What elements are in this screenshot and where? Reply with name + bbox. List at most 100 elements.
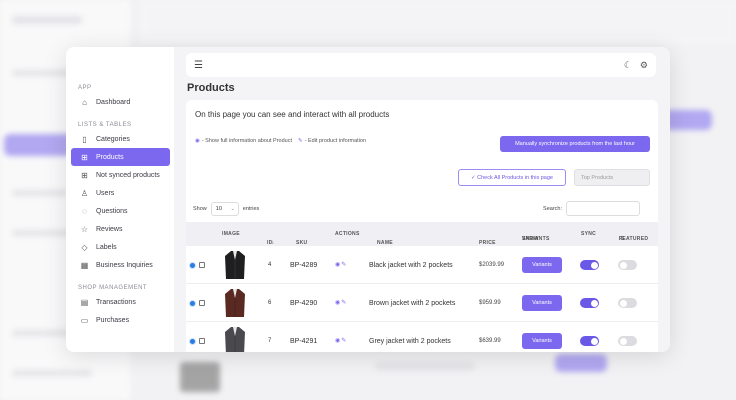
row-actions: ◉✎	[335, 299, 347, 306]
legend-edit-text: - Edit product information	[304, 138, 367, 144]
edit-icon[interactable]: ✎	[341, 338, 347, 344]
featured-toggle[interactable]	[618, 298, 637, 308]
entries-select[interactable]: 10 ⌄	[210, 202, 239, 216]
cell-sku: BP-4290	[290, 300, 318, 307]
edit-icon[interactable]: ✎	[341, 262, 347, 268]
sidebar-item-not-synced-products[interactable]: ⊞ Not synced products	[71, 166, 170, 184]
cell-id: 4	[268, 262, 272, 268]
sidebar-item-categories[interactable]: ▯ Categories	[71, 130, 170, 148]
header-actions: ACTIONS	[335, 231, 360, 237]
cell-id: 6	[268, 300, 272, 306]
variants-button[interactable]: Variants	[522, 333, 562, 349]
row-checkbox[interactable]	[199, 262, 205, 268]
search-input[interactable]	[566, 201, 640, 216]
header-show-variants-line2: VARIANTS	[522, 236, 550, 242]
row-checkbox[interactable]	[199, 300, 205, 306]
sidebar-item-transactions[interactable]: ▤ Transactions	[71, 293, 170, 311]
row-radio[interactable]	[189, 300, 196, 307]
variants-button[interactable]: Variants	[522, 295, 562, 311]
chevron-down-icon: ⌄	[230, 206, 235, 212]
sync-toggle[interactable]	[580, 260, 599, 270]
sidebar-section-shop: SHOP MANAGEMENT	[78, 285, 148, 291]
sidebar-item-label: Questions	[96, 207, 128, 215]
sidebar-item-label: Reviews	[96, 225, 123, 233]
eye-icon: ◉	[195, 138, 200, 144]
sidebar-item-business-inquiries[interactable]: ▦ Business Inquiries	[71, 256, 170, 274]
table-header: IMAGE ID ⇅ SKU ACTIONS NAME PRICE SHOW VAR…	[186, 222, 658, 246]
sidebar-item-reviews[interactable]: ☆ Reviews	[71, 220, 170, 238]
edit-icon[interactable]: ✎	[341, 300, 347, 306]
sidebar-item-label: Products	[96, 153, 124, 161]
variants-button[interactable]: Variants	[522, 257, 562, 273]
cell-name: Grey jacket with 2 pockets	[369, 338, 451, 345]
sidebar-item-questions[interactable]: ◌ Questions	[71, 202, 170, 220]
product-image-jacket	[225, 251, 245, 279]
dark-mode-moon-icon[interactable]: ☾	[624, 60, 632, 71]
row-radio[interactable]	[189, 262, 196, 269]
row-actions: ◉✎	[335, 261, 347, 268]
legend-view: ◉ - Show full information about Product	[195, 138, 292, 144]
sidebar-item-users[interactable]: ♙ Users	[71, 184, 170, 202]
sync-toggle[interactable]	[580, 298, 599, 308]
header-is-featured-line2: FEATURED	[619, 236, 649, 242]
sidebar-item-label: Purchases	[96, 316, 130, 324]
sidebar-item-label: Transactions	[96, 298, 136, 306]
sidebar-item-label: Categories	[96, 135, 130, 143]
sidebar-item-purchases[interactable]: ▭ Purchases	[71, 311, 170, 329]
cell-price: $2039.99	[479, 262, 505, 268]
sidebar-item-dashboard[interactable]: ⌂ Dashboard	[71, 93, 170, 111]
check-all-products-button[interactable]: ✓ Check All Products in this page	[458, 169, 566, 186]
cell-price: $639.99	[479, 338, 501, 344]
search-label: Search:	[543, 205, 562, 212]
sidebar-item-label: Business Inquiries	[96, 261, 153, 269]
header-sync: SYNC	[581, 231, 597, 237]
cell-id: 7	[268, 338, 272, 344]
sidebar-item-labels[interactable]: ◇ Labels	[71, 238, 170, 256]
topbar: ☰ ☾ ⚙	[186, 53, 656, 77]
hamburger-menu-icon[interactable]: ☰	[194, 60, 203, 71]
user-icon: ♙	[80, 188, 89, 198]
product-image-jacket	[225, 327, 245, 352]
edit-icon: ✎	[298, 138, 303, 144]
page-intro: On this page you can see and interact wi…	[195, 110, 390, 119]
cell-sku: BP-4289	[290, 262, 318, 269]
featured-toggle[interactable]	[618, 260, 637, 270]
app-window: APP ⌂ Dashboard LISTS & TABLES ▯ Categor…	[66, 47, 670, 352]
row-checkbox[interactable]	[199, 338, 205, 344]
sidebar-section-app: APP	[78, 85, 92, 91]
entries-value: 10	[215, 206, 222, 212]
cell-sku: BP-4291	[290, 338, 318, 345]
action-legend: ◉ - Show full information about Product ✎…	[195, 138, 366, 144]
cell-name: Black jacket with 2 pockets	[369, 262, 453, 269]
row-actions: ◉✎	[335, 337, 347, 344]
header-image: IMAGE	[222, 231, 240, 237]
search-control: Search:	[543, 201, 640, 216]
sidebar-item-label: Dashboard	[96, 98, 131, 106]
products-card: On this page you can see and interact wi…	[186, 100, 658, 352]
table-row: 4 BP-4289 ◉✎ Black jacket with 2 pockets…	[186, 246, 658, 284]
sidebar-section-lists: LISTS & TABLES	[78, 122, 132, 128]
sidebar-item-products[interactable]: ⊞ Products	[71, 148, 170, 166]
grid-icon: ⊞	[81, 152, 88, 162]
product-image-jacket	[225, 289, 245, 317]
sidebar-item-label: Not synced products	[96, 171, 160, 179]
top-products-select[interactable]: Top Products	[574, 169, 650, 186]
entries-control: Show 10 ⌄ entries	[193, 202, 259, 216]
show-label: Show	[193, 206, 207, 212]
book-icon: ▯	[82, 134, 87, 144]
sidebar: APP ⌂ Dashboard LISTS & TABLES ▯ Categor…	[66, 47, 174, 352]
featured-toggle[interactable]	[618, 336, 637, 346]
star-icon: ☆	[80, 224, 89, 234]
question-icon: ◌	[82, 206, 87, 216]
sync-products-button[interactable]: Manually synchronize products from the l…	[500, 136, 650, 152]
entries-label: entries	[242, 206, 260, 212]
sidebar-item-label: Labels	[96, 243, 117, 251]
settings-gear-icon[interactable]: ⚙	[640, 60, 648, 71]
page-title: Products	[187, 82, 235, 94]
home-icon: ⌂	[82, 97, 87, 107]
cell-price: $959.99	[479, 300, 501, 306]
sidebar-item-label: Users	[96, 189, 115, 197]
sync-toggle[interactable]	[580, 336, 599, 346]
row-radio[interactable]	[189, 338, 196, 345]
table-row: 6 BP-4290 ◉✎ Brown jacket with 2 pockets…	[186, 284, 658, 322]
